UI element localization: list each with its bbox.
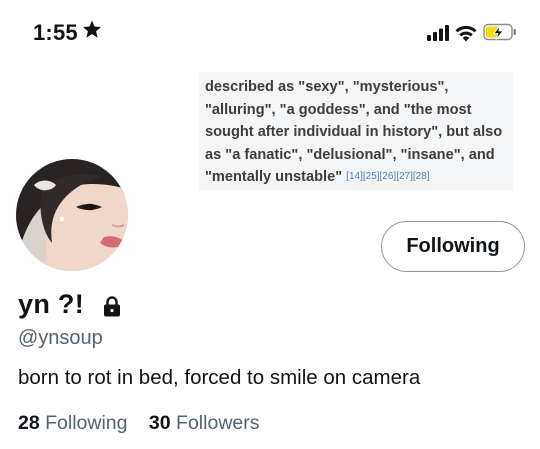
user-handle: @ynsoup <box>18 327 103 349</box>
followers-label: Followers <box>176 412 260 434</box>
cellular-signal-icon <box>427 25 449 41</box>
following-button[interactable]: Following <box>381 221 525 272</box>
lock-icon <box>104 296 120 317</box>
status-bar: 1:55 <box>0 0 540 64</box>
avatar-photo <box>16 159 128 271</box>
profile-bio: born to rot in bed, forced to smile on c… <box>18 366 421 389</box>
avatar[interactable] <box>14 157 130 273</box>
following-label: Following <box>45 412 128 434</box>
banner-caption: described as "sexy", "mysterious", "allu… <box>205 76 515 189</box>
followers-count: 30 <box>148 412 171 434</box>
star-icon <box>83 20 101 38</box>
banner-text: described as "sexy", "mysterious", "allu… <box>205 79 503 185</box>
display-name: yn ?! <box>18 289 84 319</box>
followers-count-link[interactable]: 30 Followers <box>149 412 260 435</box>
follow-stats: 28 Following 30 Followers <box>18 412 259 435</box>
wifi-icon <box>455 25 477 42</box>
banner-references: [14][25][26][27][28] <box>346 171 430 182</box>
following-count: 28 <box>18 412 40 434</box>
following-count-link[interactable]: 28 Following <box>18 412 128 435</box>
status-time: 1:55 <box>33 20 78 45</box>
battery-charging-icon <box>483 23 516 41</box>
